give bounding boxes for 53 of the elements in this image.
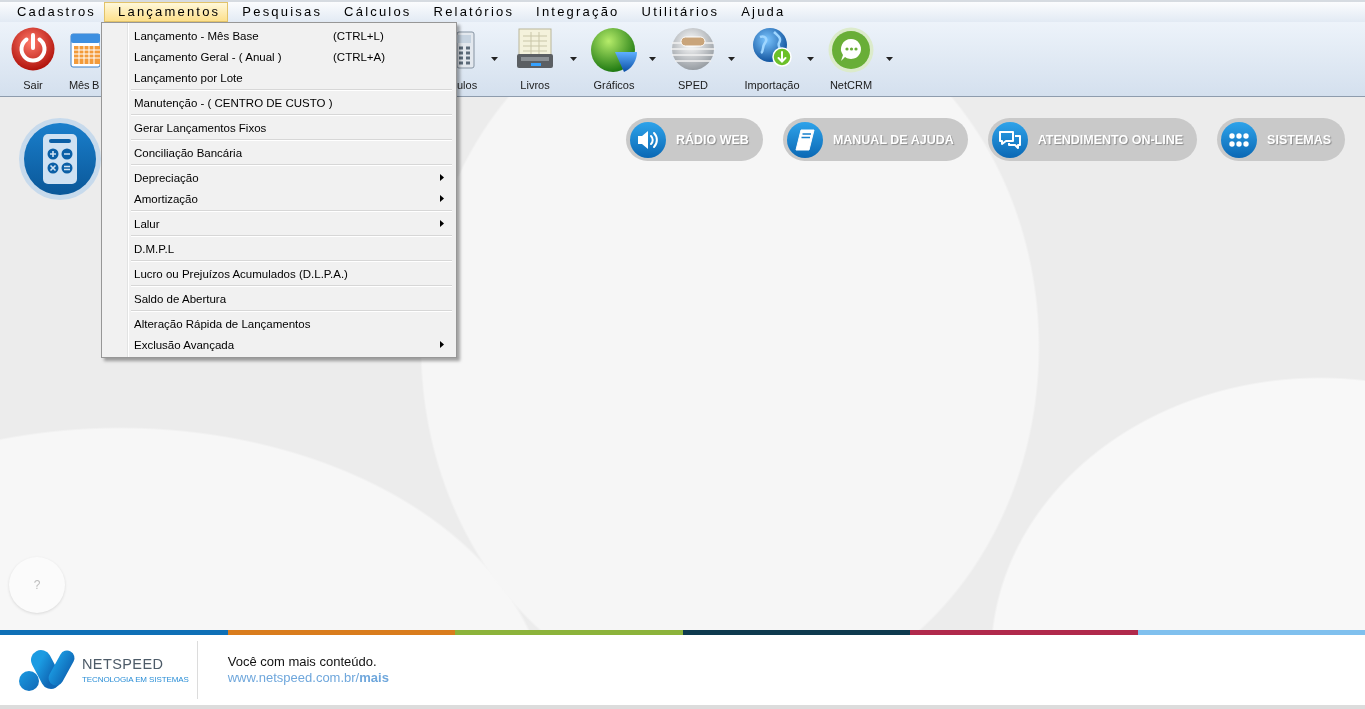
menu-item[interactable]: Lançamento Geral - ( Anual ) (CTRL+A) bbox=[104, 46, 454, 67]
toolbar-button[interactable]: ulos bbox=[457, 22, 487, 96]
chat-icon bbox=[991, 121, 1028, 158]
pie-chart-icon bbox=[590, 27, 638, 73]
menu-bar-item[interactable]: Utilitários bbox=[627, 2, 728, 22]
toolbar-button[interactable]: Mês B bbox=[60, 22, 101, 96]
app-grid-icon bbox=[1221, 121, 1258, 158]
power-icon bbox=[11, 27, 55, 71]
menu-item[interactable]: Amortização bbox=[104, 188, 454, 209]
menu-bar-item[interactable]: Cadastros bbox=[3, 2, 105, 22]
printer-icon bbox=[515, 27, 555, 71]
menu-item[interactable]: Exclusão Avançada bbox=[104, 334, 454, 355]
caret-icon[interactable] bbox=[491, 57, 498, 61]
menu-item[interactable]: Gerar Lançamentos Fixos bbox=[104, 117, 454, 138]
caret-icon[interactable] bbox=[649, 57, 656, 61]
menu-item[interactable]: Conciliação Bancária bbox=[104, 142, 454, 163]
menu-bar-item[interactable]: Cálculos bbox=[330, 2, 420, 22]
menu-bar-item[interactable]: Relatórios bbox=[419, 2, 523, 22]
book-icon bbox=[786, 121, 823, 158]
menu-bar-item[interactable]: Integração bbox=[522, 2, 628, 22]
brand-name: NETSPEED bbox=[82, 655, 164, 673]
menu-bar-item[interactable]: Pesquisas bbox=[228, 2, 331, 22]
menu-item[interactable]: Alteração Rápida de Lançamentos bbox=[104, 313, 454, 334]
brand-tagline: TECNOLOGIA EM SISTEMAS bbox=[82, 674, 189, 685]
toolbar-button[interactable]: Gráficos bbox=[583, 22, 645, 96]
globe-download-icon bbox=[752, 27, 792, 67]
toolbar-button[interactable]: Importação bbox=[741, 22, 803, 96]
toolbar-button[interactable]: NetCRM bbox=[820, 22, 882, 96]
caret-icon[interactable] bbox=[886, 57, 893, 61]
menu-bar-item[interactable]: Lançamentos bbox=[104, 2, 229, 22]
menu-item[interactable]: Lançamento por Lote bbox=[104, 67, 454, 88]
shortcut-text: (CTRL+A) bbox=[333, 50, 386, 63]
speaker-icon bbox=[629, 121, 666, 158]
striped-sphere-icon bbox=[668, 27, 718, 71]
caret-icon[interactable] bbox=[807, 57, 814, 61]
menu-item[interactable]: Lançamento - Mês Base (CTRL+L) bbox=[104, 25, 454, 46]
chat-bubble-icon bbox=[828, 27, 874, 73]
shortcut-text: (CTRL+L) bbox=[333, 29, 384, 42]
menu-item[interactable]: D.M.P.L bbox=[104, 238, 454, 259]
caret-icon[interactable] bbox=[570, 57, 577, 61]
menu-item[interactable]: Saldo de Abertura bbox=[104, 288, 454, 309]
calculator-icon bbox=[457, 29, 475, 69]
footer-message: Você com mais conteúdo. bbox=[227, 654, 378, 670]
menu-item[interactable]: Lalur bbox=[104, 213, 454, 234]
toolbar-button[interactable]: Sair bbox=[6, 22, 60, 96]
menu-item[interactable]: Depreciação bbox=[104, 167, 454, 188]
toolbar-button[interactable]: Livros bbox=[504, 22, 566, 96]
caret-icon[interactable] bbox=[728, 57, 735, 61]
menu-bar-item[interactable]: Ajuda bbox=[727, 2, 794, 22]
menu-item[interactable]: Lucro ou Prejuízos Acumulados (D.L.P.A.) bbox=[104, 263, 454, 284]
menu-item[interactable]: Manutenção - ( CENTRO DE CUSTO ) bbox=[104, 92, 454, 113]
toolbar-button[interactable]: SPED bbox=[662, 22, 724, 96]
calculator-icon[interactable] bbox=[19, 118, 101, 200]
